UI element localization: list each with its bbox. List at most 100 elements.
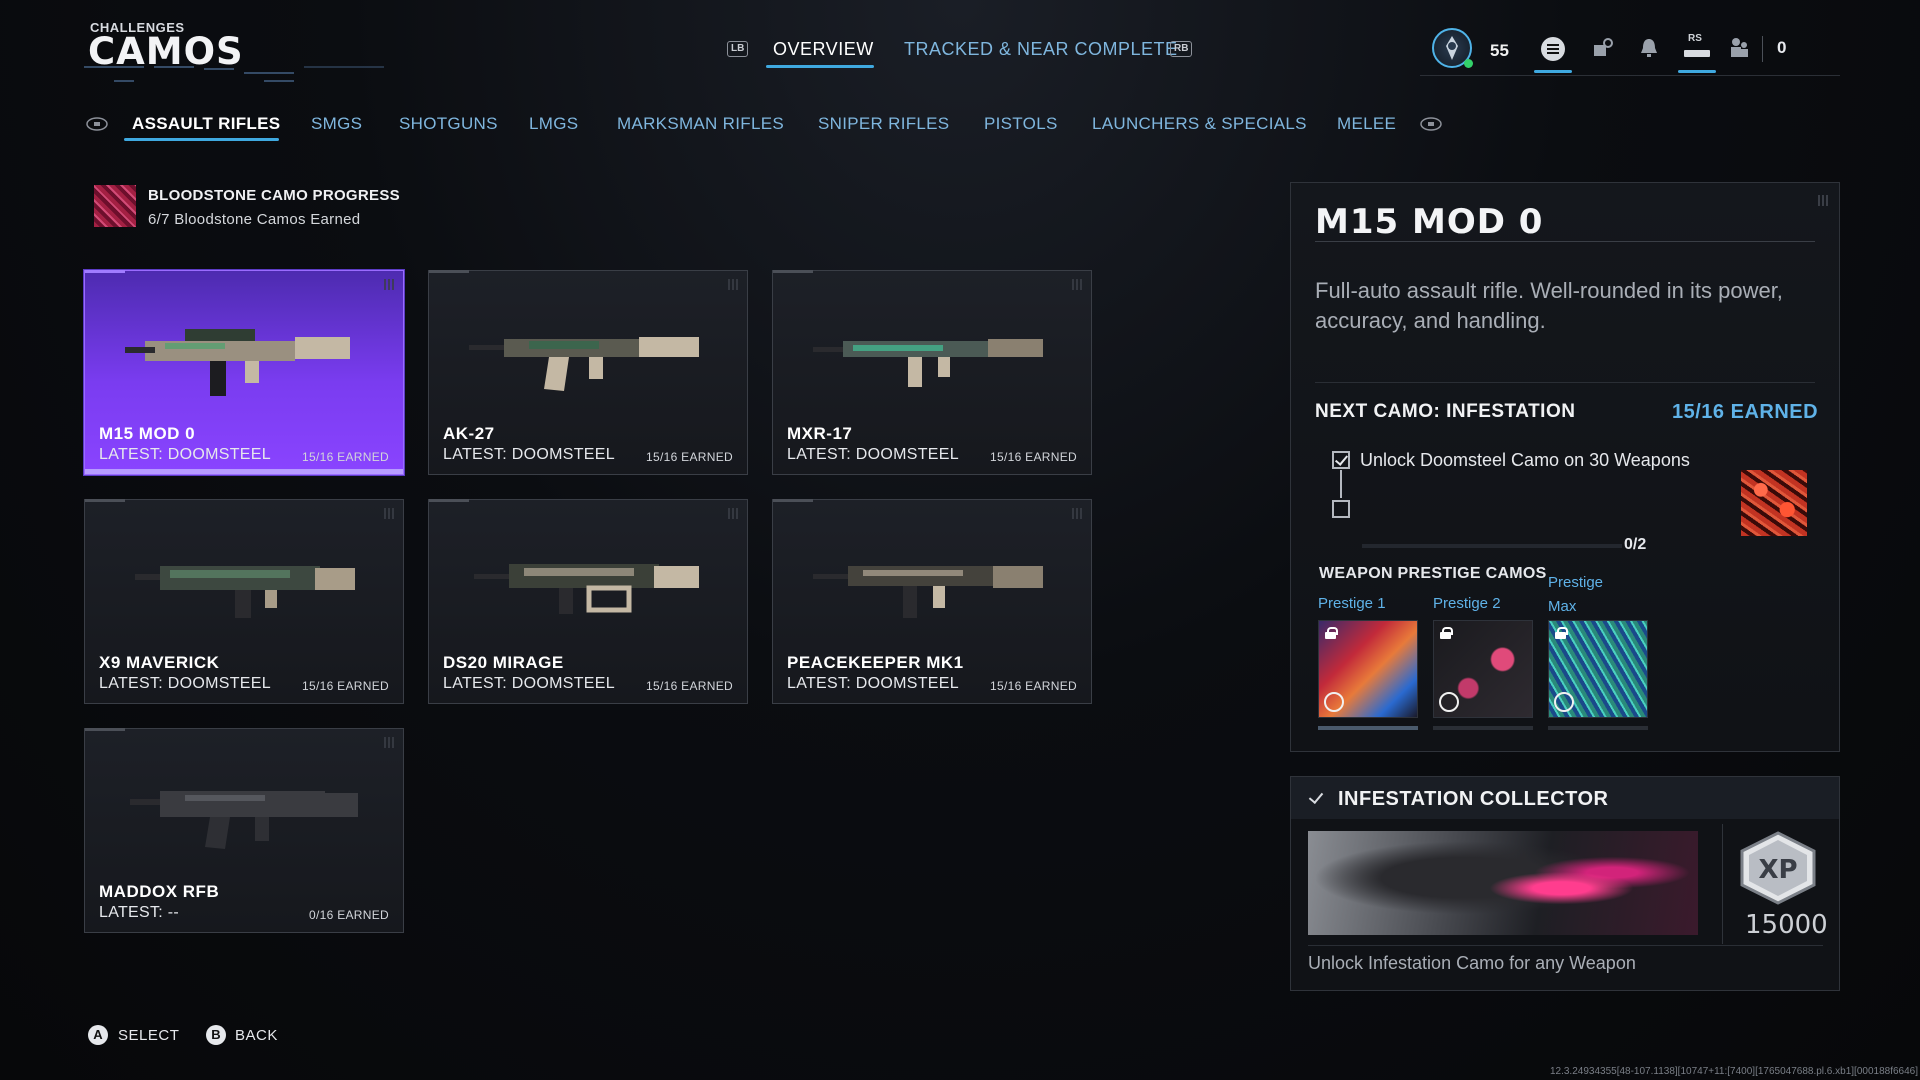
- weapon-card-maddox-rfb[interactable]: MADDOX RFB LATEST: -- 0/16 EARNED: [84, 728, 404, 933]
- player-level: 55: [1490, 41, 1509, 60]
- weapon-latest-camo: LATEST: DOOMSTEEL: [443, 446, 615, 463]
- weapon-latest-camo: LATEST: DOOMSTEEL: [443, 675, 615, 692]
- prestige-badge-icon: [1324, 692, 1344, 712]
- weapon-name: M15 MOD 0: [99, 424, 196, 443]
- detail-description: Full-auto assault rifle. Well-rounded in…: [1315, 278, 1783, 333]
- collector-reward-image: [1308, 831, 1698, 935]
- card-corner-tab: [85, 728, 125, 731]
- tab-melee[interactable]: MELEE: [1337, 114, 1396, 134]
- panel-grid-icon: [1818, 195, 1829, 206]
- requirement-text: Unlock Doomsteel Camo on 30 Weapons: [1360, 450, 1690, 470]
- card-grid-icon: [384, 508, 395, 519]
- weapon-earned-count: 15/16 EARNED: [302, 450, 389, 464]
- online-status-dot: [1464, 59, 1473, 68]
- weapon-card-m15-mod-0[interactable]: M15 MOD 0 LATEST: DOOMSTEEL 15/16 EARNED: [84, 270, 404, 475]
- weapon-name: X9 MAVERICK: [99, 653, 220, 672]
- header-divider: [1420, 75, 1840, 76]
- weapon-card-mxr-17[interactable]: MXR-17 LATEST: DOOMSTEEL 15/16 EARNED: [772, 270, 1092, 475]
- rb-bumper-hint[interactable]: RB: [1170, 41, 1193, 57]
- lt-prev-category-icon[interactable]: [86, 116, 108, 135]
- ds20-mirage-rifle-icon: [474, 564, 699, 614]
- xp-reward-value: 15000: [1745, 910, 1828, 940]
- detail-weapon-name: M15 MOD 0: [1315, 202, 1544, 242]
- weapon-earned-count: 15/16 EARNED: [990, 679, 1077, 693]
- weapon-latest-camo: LATEST: DOOMSTEEL: [787, 446, 959, 463]
- currency-value: 0: [1777, 38, 1787, 57]
- weapon-latest-camo: LATEST: DOOMSTEEL: [99, 675, 271, 692]
- weapon-earned-count: 15/16 EARNED: [990, 450, 1077, 464]
- ak-27-rifle-icon: [469, 337, 699, 391]
- weapon-card-peacekeeper-mk1[interactable]: PEACEKEEPER MK1 LATEST: DOOMSTEEL 15/16 …: [772, 499, 1092, 704]
- lock-icon: [1440, 627, 1453, 639]
- weapon-card-x9-maverick[interactable]: X9 MAVERICK LATEST: DOOMSTEEL 15/16 EARN…: [84, 499, 404, 704]
- next-camo-label: NEXT CAMO: INFESTATION: [1315, 401, 1576, 422]
- tab-shotguns[interactable]: SHOTGUNS: [399, 114, 498, 134]
- weapon-latest-camo: LATEST: --: [99, 904, 180, 921]
- weapon-latest-camo: LATEST: DOOMSTEEL: [99, 446, 271, 463]
- social-icon[interactable]: [1590, 36, 1616, 62]
- rs-indicator: [1684, 50, 1710, 57]
- prestige-max-camo-thumbnail[interactable]: [1548, 620, 1648, 718]
- card-grid-icon: [384, 737, 395, 748]
- requirement-progress-bar: [1362, 544, 1622, 548]
- prestige-1-label: Prestige 1: [1318, 595, 1386, 612]
- tab-pistols[interactable]: PISTOLS: [984, 114, 1058, 134]
- prestige-1-progress: [1318, 726, 1418, 730]
- prestige-badge-icon: [1554, 692, 1574, 712]
- tab-sniper-rifles[interactable]: SNIPER RIFLES: [818, 114, 949, 134]
- party-icon[interactable]: [1726, 36, 1752, 62]
- tab-overview-underline: [766, 65, 874, 68]
- b-button-icon[interactable]: B: [206, 1025, 226, 1045]
- weapon-earned-count: 15/16 EARNED: [302, 679, 389, 693]
- tab-tracked-near-complete[interactable]: TRACKED & NEAR COMPLETE: [904, 39, 1178, 60]
- prestige-badge-icon: [1439, 692, 1459, 712]
- xp-badge-icon: XP: [1740, 831, 1816, 905]
- peacekeeper-mk1-rifle-icon: [813, 566, 1043, 618]
- weapon-name: PEACEKEEPER MK1: [787, 653, 964, 672]
- lb-bumper-hint[interactable]: LB: [727, 41, 749, 57]
- lock-icon: [1555, 627, 1568, 639]
- tab-launchers-specials[interactable]: LAUNCHERS & SPECIALS: [1092, 114, 1307, 134]
- requirement-checkbox-empty: [1332, 500, 1350, 518]
- prestige-max-progress: [1548, 726, 1648, 730]
- prestige-max-label: Prestige Max: [1548, 574, 1604, 615]
- weapon-card-ds20-mirage[interactable]: DS20 MIRAGE LATEST: DOOMSTEEL 15/16 EARN…: [428, 499, 748, 704]
- maddox-rfb-rifle-icon: [130, 791, 358, 849]
- card-corner-tab: [429, 499, 469, 502]
- card-corner-tab: [85, 270, 125, 273]
- prestige-2-camo-thumbnail[interactable]: [1433, 620, 1533, 718]
- card-corner-tab: [773, 499, 813, 502]
- mxr-17-rifle-icon: [813, 339, 1043, 387]
- prestige-1-progress-fill: [1318, 726, 1418, 730]
- tab-smgs[interactable]: SMGS: [311, 114, 362, 134]
- prestige-2-progress: [1433, 726, 1533, 730]
- tab-lmgs[interactable]: LMGS: [529, 114, 578, 134]
- title-glitch-decoration: [84, 64, 384, 86]
- tab-overview[interactable]: OVERVIEW: [773, 39, 874, 60]
- select-button[interactable]: SELECT: [118, 1027, 179, 1044]
- detail-divider: [1315, 382, 1815, 383]
- tab-marksman-rifles[interactable]: MARKSMAN RIFLES: [617, 114, 784, 134]
- back-button[interactable]: BACK: [235, 1027, 278, 1044]
- tab-assault-rifles[interactable]: ASSAULT RIFLES: [132, 114, 280, 134]
- infestation-camo-thumbnail: [1741, 470, 1807, 536]
- detail-title-divider: [1315, 241, 1815, 242]
- rt-next-category-icon[interactable]: [1420, 116, 1442, 135]
- requirement-checkbox-checked: [1332, 451, 1350, 469]
- collector-title: INFESTATION COLLECTOR: [1338, 788, 1609, 810]
- card-corner-tab: [773, 270, 813, 273]
- requirement-connector: [1340, 470, 1342, 498]
- notification-bell-icon[interactable]: [1636, 36, 1662, 62]
- prestige-1-camo-thumbnail[interactable]: [1318, 620, 1418, 718]
- bloodstone-progress-title: BLOODSTONE CAMO PROGRESS: [148, 187, 400, 204]
- weapon-card-ak-27[interactable]: AK-27 LATEST: DOOMSTEEL 15/16 EARNED: [428, 270, 748, 475]
- weapon-name: AK-27: [443, 424, 495, 443]
- menu-icon[interactable]: [1540, 36, 1566, 62]
- x9-maverick-rifle-icon: [135, 566, 355, 618]
- card-grid-icon: [1072, 279, 1083, 290]
- rs-button-hint[interactable]: RS: [1688, 33, 1702, 44]
- weapon-earned-count: 0/16 EARNED: [309, 908, 389, 922]
- menu-icon-underline: [1534, 70, 1572, 73]
- collector-description: Unlock Infestation Camo for any Weapon: [1308, 953, 1636, 973]
- a-button-icon[interactable]: A: [88, 1025, 108, 1045]
